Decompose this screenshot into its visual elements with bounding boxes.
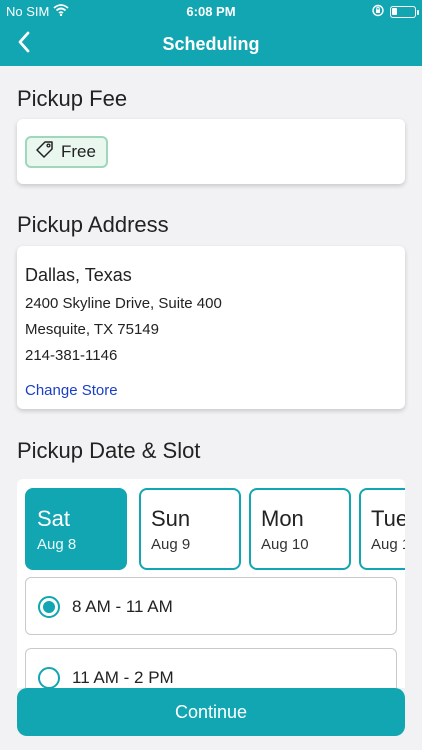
pickup-date-title: Pickup Date & Slot [17, 438, 201, 463]
address-locality: Mesquite, TX 75149 [25, 321, 159, 338]
price-tag-icon [35, 140, 55, 165]
address-phone: 214-381-1146 [25, 347, 118, 364]
battery-fill [392, 8, 397, 15]
date-date: Aug 9 [151, 536, 191, 553]
status-right [372, 4, 419, 20]
address-street: 2400 Skyline Drive, Suite 400 [25, 295, 222, 312]
status-bar: No SIM 6:08 PM [0, 0, 422, 22]
date-day: Sat [37, 506, 71, 531]
app-header: No SIM 6:08 PM Scheduling [0, 0, 422, 66]
pickup-fee-card: Free [17, 119, 405, 184]
time-slot-label: 8 AM - 11 AM [72, 597, 173, 616]
time-slot-label: 11 AM - 2 PM [72, 668, 174, 687]
change-store-link[interactable]: Change Store [25, 382, 118, 399]
battery-icon [390, 6, 419, 18]
date-tile-sun[interactable]: Sun Aug 9 [139, 488, 241, 570]
fee-badge-label: Free [61, 142, 96, 161]
date-tile-tue[interactable]: Tue Aug 11 [359, 488, 405, 570]
pickup-address-title: Pickup Address [17, 212, 169, 237]
pickup-address-card: Dallas, Texas 2400 Skyline Drive, Suite … [17, 246, 405, 409]
time-slot-option[interactable]: 8 AM - 11 AM [25, 577, 397, 635]
date-date: Aug 8 [37, 536, 77, 553]
continue-button[interactable]: Continue [17, 688, 405, 736]
date-date: Aug 10 [261, 536, 309, 553]
fee-badge: Free [25, 136, 108, 168]
orientation-lock-icon [372, 4, 384, 20]
page-title: Scheduling [162, 34, 260, 54]
radio-unselected-icon[interactable] [38, 667, 60, 689]
footer-bar: Continue [0, 688, 422, 750]
date-tile-sat[interactable]: Sat Aug 8 [25, 488, 127, 570]
date-tile-mon[interactable]: Mon Aug 10 [249, 488, 351, 570]
date-selector: Sat Aug 8 Sun Aug 9 Mon Aug 10 Tue Aug 1… [25, 488, 405, 570]
radio-selected-icon[interactable] [38, 596, 60, 618]
date-day: Tue [371, 506, 405, 531]
date-day: Sun [151, 506, 191, 531]
pickup-date-card: Sat Aug 8 Sun Aug 9 Mon Aug 10 Tue Aug 1… [17, 479, 405, 709]
date-date: Aug 11 [371, 536, 405, 553]
nav-bar: Scheduling [0, 22, 422, 66]
pickup-fee-title: Pickup Fee [17, 86, 128, 111]
date-day: Mon [261, 506, 304, 531]
address-city: Dallas, Texas [25, 265, 132, 285]
status-time: 6:08 PM [186, 4, 236, 19]
